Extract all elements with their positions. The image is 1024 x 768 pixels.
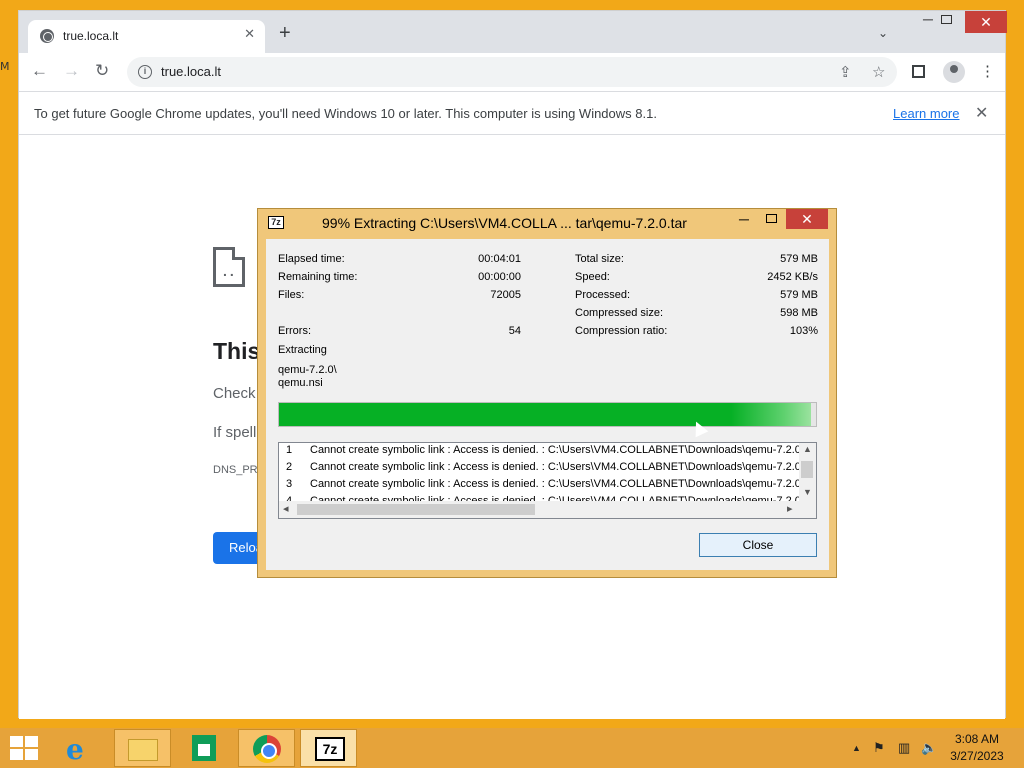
total-size-value: 579 MB [780,253,818,265]
log-row-text: Cannot create symbolic link : Access is … [310,444,799,456]
bookmark-star-icon[interactable]: ☆ [872,63,885,81]
infobar-message: To get future Google Chrome updates, you… [34,106,657,121]
browser-tab[interactable]: true.loca.lt ✕ [28,20,265,53]
speed-value: 2452 KB/s [767,271,818,283]
globe-icon [40,29,54,43]
store-icon [192,735,216,761]
log-row-text: Cannot create symbolic link : Access is … [310,461,799,473]
menu-kebab-icon[interactable]: ⋮ [980,62,995,80]
action-center-flag-icon[interactable]: ⚑ [873,740,885,756]
log-row-text: Cannot create symbolic link : Access is … [310,478,799,490]
log-row[interactable]: 2 Cannot create symbolic link : Access i… [279,461,799,478]
network-icon[interactable]: ▥ [898,740,910,756]
log-row-number: 2 [286,461,293,473]
speed-label: Speed: [575,271,610,283]
log-row-number: 1 [286,444,293,456]
horizontal-scroll-thumb[interactable] [297,504,535,515]
dialog-minimize-button[interactable]: ─ [739,211,749,227]
tab-title: true.loca.lt [63,29,119,43]
taskbar: e 7z ▲ ⚑ ▥ 🔈 3:08 AM 3/27/2023 [0,728,1024,768]
progress-fill [279,403,811,426]
sad-page-icon: .. [213,247,245,287]
scroll-left-icon[interactable]: ◂ [283,502,289,515]
scroll-right-icon[interactable]: ▸ [787,502,793,515]
desktop-edge-text: M [0,60,10,73]
browser-toolbar: ← → ↻ i true.loca.lt ⇪ ☆ ⋮ [19,53,1005,91]
dialog-body: Elapsed time: 00:04:01 Remaining time: 0… [266,239,829,570]
processed-value: 579 MB [780,289,818,301]
url-text[interactable]: true.loca.lt [161,64,221,79]
internet-explorer-icon: e [66,733,84,766]
dialog-title: 99% Extracting C:\Users\VM4.COLLA ... ta… [322,215,687,231]
current-path-line1: qemu-7.2.0\ [278,364,337,376]
remaining-time-value: 00:00:00 [478,271,521,283]
clock-time[interactable]: 3:08 AM [952,732,1002,746]
error-check-text: Check [213,385,256,402]
horizontal-scrollbar[interactable]: ◂ ▸ [279,501,816,518]
taskbar-internet-explorer[interactable]: e [52,729,109,767]
files-label: Files: [278,289,305,301]
dialog-maximize-button[interactable] [766,214,777,223]
total-size-label: Total size: [575,253,624,265]
reload-button[interactable]: ↻ [95,62,109,80]
show-hidden-icons-icon[interactable]: ▲ [852,743,861,753]
share-icon[interactable]: ⇪ [839,63,852,81]
compressed-size-value: 598 MB [780,307,818,319]
current-path-line2: qemu.nsi [278,377,323,389]
folder-icon [128,739,158,761]
errors-label: Errors: [278,325,311,337]
window-close-button[interactable]: ✕ [965,11,1007,33]
taskbar-7zip[interactable]: 7z [300,729,357,767]
tab-strip: true.loca.lt ✕ + ⌄ ─ ✕ [19,11,1007,53]
vertical-scrollbar[interactable]: ▲ ▼ [799,443,816,503]
infobar-close-icon[interactable]: ✕ [975,103,988,123]
chrome-icon [253,735,281,763]
files-value: 72005 [490,289,521,301]
scroll-down-icon[interactable]: ▼ [803,487,812,497]
7zip-taskbar-icon: 7z [315,737,345,761]
vertical-scroll-thumb[interactable] [801,461,813,478]
processed-label: Processed: [575,289,631,301]
start-button[interactable] [10,736,38,760]
back-button[interactable]: ← [31,62,48,80]
compressed-size-label: Compressed size: [575,307,664,319]
tab-search-icon[interactable]: ⌄ [878,26,888,40]
close-button[interactable]: Close [699,533,817,557]
error-title: This [213,338,261,364]
progress-bar [278,402,817,427]
tab-close-icon[interactable]: ✕ [244,26,255,42]
7zip-icon: 7z [268,216,284,229]
minimize-button[interactable]: ─ [917,11,939,33]
errors-value: 54 [508,325,521,337]
profile-avatar[interactable] [943,61,965,83]
clock-date[interactable]: 3/27/2023 [947,749,1007,763]
compression-ratio-value: 103% [789,325,818,337]
new-tab-button[interactable]: + [279,23,291,43]
taskbar-store[interactable] [176,729,233,767]
log-row[interactable]: 3 Cannot create symbolic link : Access i… [279,478,799,495]
maximize-button[interactable] [941,15,952,24]
status-label: Extracting [278,344,327,356]
taskbar-chrome[interactable] [238,729,295,767]
side-panel-icon[interactable] [912,65,925,78]
compression-ratio-label: Compression ratio: [575,325,668,337]
forward-button[interactable]: → [63,62,80,80]
log-row[interactable]: 1 Cannot create symbolic link : Access i… [279,444,799,461]
address-bar[interactable]: i true.loca.lt ⇪ ☆ [127,57,897,87]
remaining-time-label: Remaining time: [278,271,358,283]
error-spelling-text: If spelli [213,424,260,441]
extract-progress-dialog: 7z 99% Extracting C:\Users\VM4.COLLA ...… [257,208,837,578]
elapsed-time-label: Elapsed time: [278,253,345,265]
dialog-close-x-button[interactable]: ✕ [786,209,828,229]
scroll-up-icon[interactable]: ▲ [803,444,812,454]
site-info-icon[interactable]: i [138,65,152,79]
update-infobar: To get future Google Chrome updates, you… [19,91,1005,135]
elapsed-time-value: 00:04:01 [478,253,521,265]
taskbar-file-explorer[interactable] [114,729,171,767]
error-log-list[interactable]: 1 Cannot create symbolic link : Access i… [278,442,817,519]
volume-muted-icon[interactable]: 🔈 [921,740,937,756]
learn-more-link[interactable]: Learn more [893,106,959,121]
log-row-number: 3 [286,478,293,490]
